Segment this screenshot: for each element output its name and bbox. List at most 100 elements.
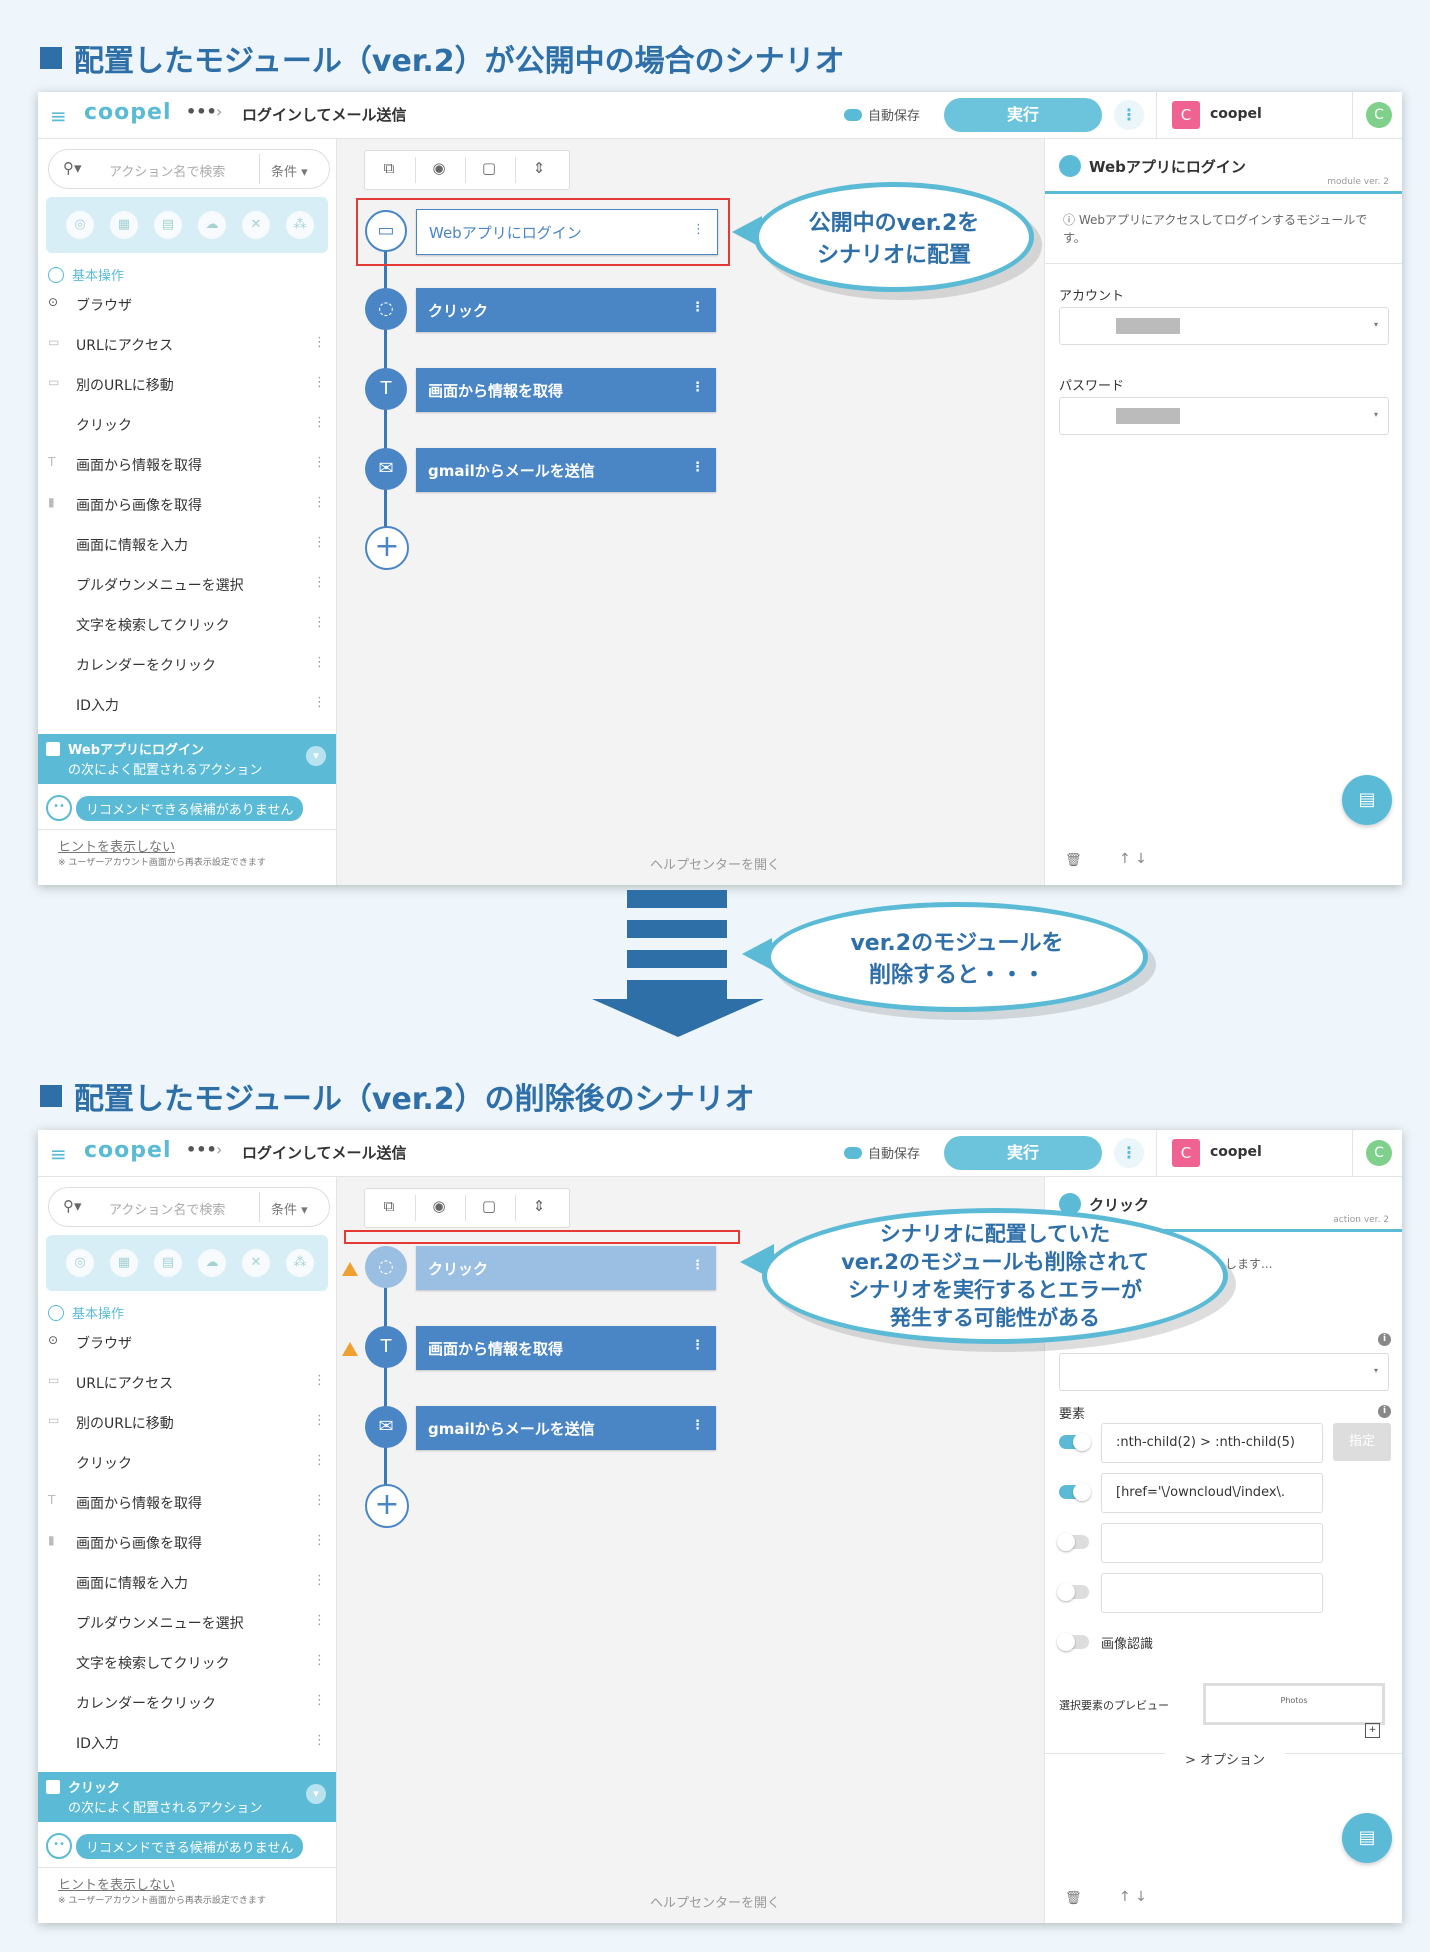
comment-icon[interactable]: ▢ <box>469 1197 509 1215</box>
sidebar-item-action[interactable]: ▭ 別のURLに移動 ⋮ <box>48 371 328 399</box>
file-icon[interactable]: ▤ <box>154 1249 182 1277</box>
collapse-icon[interactable]: ⇕ <box>519 1197 559 1215</box>
options-toggle[interactable]: > オプション <box>1165 1749 1285 1768</box>
more-icon[interactable]: ⋮ <box>313 695 326 710</box>
sidebar-item-action[interactable]: ID入力 ⋮ <box>48 1729 328 1757</box>
excel-icon[interactable]: ▦ <box>110 211 138 239</box>
chevron-down-icon[interactable]: ▾ <box>306 746 326 766</box>
more-breadcrumb-icon[interactable]: ••• <box>186 102 217 121</box>
add-node-button[interactable]: + <box>365 526 409 570</box>
hide-icon[interactable]: ◉ <box>419 1197 459 1215</box>
more-icon[interactable]: ⋮ <box>313 1493 326 1508</box>
workspace-name[interactable]: coopel <box>1210 1144 1262 1160</box>
specify-button[interactable]: 指定 <box>1333 1423 1391 1461</box>
mail-node-icon[interactable]: ✉ <box>365 1406 407 1448</box>
text-node-icon[interactable]: T <box>365 1326 407 1368</box>
more-icon[interactable]: ⋮ <box>313 655 326 670</box>
breadcrumb-scenario-name[interactable]: ログインしてメール送信 <box>242 1142 407 1163</box>
selector-input[interactable]: [href='\/owncloud\/index\. <box>1101 1473 1323 1513</box>
more-icon[interactable]: ⋮ <box>313 1413 326 1428</box>
category-basic[interactable]: 基本操作 <box>48 1303 124 1322</box>
more-icon[interactable]: ⋮ <box>313 1453 326 1468</box>
cloud-icon[interactable]: ☁ <box>198 1249 226 1277</box>
cloud-icon[interactable]: ☁ <box>198 211 226 239</box>
copy-icon[interactable]: ⧉ <box>369 1197 409 1215</box>
selector-input[interactable] <box>1101 1523 1323 1563</box>
selector-toggle[interactable] <box>1059 1483 1091 1501</box>
add-node-button[interactable]: + <box>365 1484 409 1528</box>
workspace-name[interactable]: coopel <box>1210 106 1262 122</box>
more-icon[interactable]: ⋮ <box>313 615 326 630</box>
text-node-icon[interactable]: T <box>365 368 407 410</box>
scenario-node[interactable]: クリック ⋮ <box>416 288 716 332</box>
more-icon[interactable]: ⋮ <box>313 1733 326 1748</box>
app-logo[interactable]: coopel <box>84 100 171 125</box>
account-select[interactable]: ▾ <box>1059 307 1389 345</box>
globe-icon[interactable]: ◎ <box>66 1249 94 1277</box>
hide-hint-link[interactable]: ヒントを表示しない <box>58 1874 175 1893</box>
action-search[interactable]: ⚲▾ アクション名で検索 条件 ▾ <box>48 1187 330 1227</box>
kebab-menu-icon[interactable]: ⋮ <box>1114 1138 1144 1168</box>
more-icon[interactable]: ⋮ <box>313 1533 326 1548</box>
sidebar-item-browser[interactable]: ⊙ ブラウザ <box>48 1329 328 1357</box>
info-icon[interactable]: i <box>1378 1333 1391 1346</box>
hamburger-icon[interactable]: ≡ <box>50 104 67 128</box>
sidebar-item-action[interactable]: T 画面から情報を取得 ⋮ <box>48 1489 328 1517</box>
more-icon[interactable]: ⋮ <box>313 1373 326 1388</box>
recommendation-panel[interactable]: Webアプリにログイン の次によく配置されるアクション ▾ <box>38 734 336 784</box>
trash-icon[interactable]: 🗑 <box>1065 1891 1082 1906</box>
selector-toggle[interactable] <box>1057 1533 1089 1551</box>
sidebar-item-action[interactable]: ID入力 ⋮ <box>48 691 328 719</box>
chat-icon[interactable]: ▤ <box>1342 775 1392 825</box>
scenario-node[interactable]: 画面から情報を取得 ⋮ <box>416 368 716 412</box>
sidebar-item-action[interactable]: ▭ URLにアクセス ⋮ <box>48 331 328 359</box>
sidebar-item-action[interactable]: カレンダーをクリック ⋮ <box>48 651 328 679</box>
search-input[interactable]: アクション名で検索 <box>109 161 225 180</box>
condition-dropdown[interactable]: 条件 ▾ <box>271 161 308 180</box>
hide-icon[interactable]: ◉ <box>419 159 459 177</box>
run-button[interactable]: 実行 <box>944 1136 1102 1170</box>
selector-input[interactable]: :nth-child(2) > :nth-child(5) <box>1101 1423 1323 1463</box>
help-center-link[interactable]: ヘルプセンターを開く <box>650 1892 780 1911</box>
globe-icon[interactable]: ◎ <box>66 211 94 239</box>
more-icon[interactable]: ⋮ <box>313 575 326 590</box>
category-basic[interactable]: 基本操作 <box>48 265 124 284</box>
user-avatar[interactable]: C <box>1366 1140 1392 1166</box>
modules-icon[interactable]: ⁂ <box>286 211 314 239</box>
more-icon[interactable]: ⋮ <box>313 1573 326 1588</box>
sidebar-item-action[interactable]: T 画面から情報を取得 ⋮ <box>48 451 328 479</box>
click-node-icon[interactable]: ◌ <box>365 1246 407 1288</box>
sidebar-item-action[interactable]: カレンダーをクリック ⋮ <box>48 1689 328 1717</box>
workspace-avatar[interactable]: C <box>1172 101 1200 129</box>
tools-icon[interactable]: ✕ <box>242 1249 270 1277</box>
help-center-link[interactable]: ヘルプセンターを開く <box>650 854 780 873</box>
more-icon[interactable]: ⋮ <box>313 335 326 350</box>
more-icon[interactable]: ⋮ <box>313 1613 326 1628</box>
more-icon[interactable]: ⋮ <box>691 1258 704 1273</box>
more-icon[interactable]: ⋮ <box>691 1338 704 1353</box>
app-logo[interactable]: coopel <box>84 1138 171 1163</box>
sidebar-item-action[interactable]: 文字を検索してクリック ⋮ <box>48 1649 328 1677</box>
click-node-icon[interactable]: ◌ <box>365 288 407 330</box>
more-icon[interactable]: ⋮ <box>313 495 326 510</box>
chat-icon[interactable]: ▤ <box>1342 1813 1392 1863</box>
sidebar-item-action[interactable]: ▮ 画面から画像を取得 ⋮ <box>48 491 328 519</box>
more-icon[interactable]: ⋮ <box>313 1653 326 1668</box>
mail-node-icon[interactable]: ✉ <box>365 448 407 490</box>
image-recognition-toggle[interactable] <box>1057 1633 1089 1651</box>
move-up-down-icon[interactable]: ↑ ↓ <box>1119 851 1147 867</box>
sidebar-item-action[interactable]: 画面に情報を入力 ⋮ <box>48 1569 328 1597</box>
sidebar-item-action[interactable]: クリック ⋮ <box>48 411 328 439</box>
tools-icon[interactable]: ✕ <box>242 211 270 239</box>
move-up-down-icon[interactable]: ↑ ↓ <box>1119 1889 1147 1905</box>
hamburger-icon[interactable]: ≡ <box>50 1142 67 1166</box>
sidebar-item-action[interactable]: 画面に情報を入力 ⋮ <box>48 531 328 559</box>
workspace-avatar[interactable]: C <box>1172 1139 1200 1167</box>
password-select[interactable]: ▾ <box>1059 397 1389 435</box>
more-icon[interactable]: ⋮ <box>313 535 326 550</box>
action-select[interactable]: ▾ <box>1059 1353 1389 1391</box>
selector-toggle[interactable] <box>1059 1433 1091 1451</box>
more-icon[interactable]: ⋮ <box>313 415 326 430</box>
sidebar-item-action[interactable]: 文字を検索してクリック ⋮ <box>48 611 328 639</box>
info-icon[interactable]: i <box>1378 1405 1391 1418</box>
